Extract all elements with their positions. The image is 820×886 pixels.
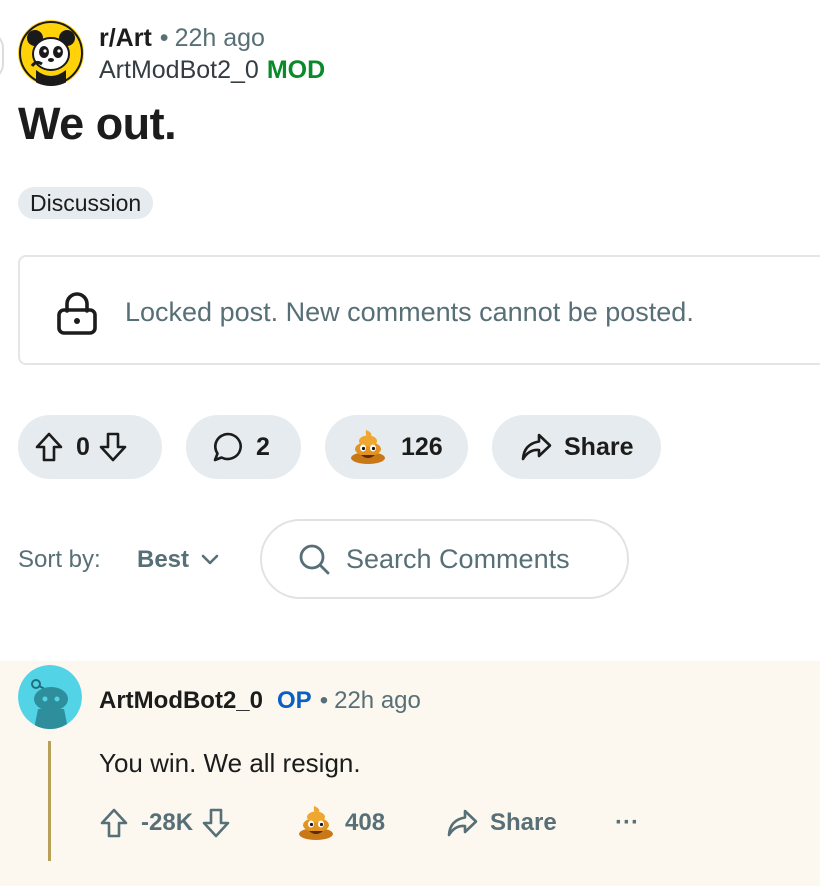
comment-meta: ArtModBot2_0 OP • 22h ago	[99, 686, 421, 716]
comment-time: 22h ago	[334, 687, 421, 714]
edge-decoration	[0, 32, 4, 80]
comment-avatar[interactable]	[18, 665, 82, 729]
share-button[interactable]: Share	[492, 415, 661, 479]
lock-icon	[57, 292, 97, 335]
search-comments-input[interactable]: Search Comments	[260, 519, 629, 599]
arrow-up-icon[interactable]	[34, 431, 64, 463]
post-author[interactable]: ArtModBot2_0	[99, 56, 259, 84]
comment-body: You win. We all resign.	[99, 748, 361, 778]
post-author-line: ArtModBot2_0 MOD	[99, 55, 325, 85]
subreddit-avatar[interactable]	[18, 20, 84, 86]
arrow-down-icon[interactable]	[201, 807, 231, 839]
comment-award-button[interactable]: 408	[297, 803, 385, 843]
poop-award-icon	[299, 806, 333, 840]
snoo-avatar-icon	[18, 665, 82, 729]
arrow-up-icon[interactable]	[99, 807, 129, 839]
chevron-down-icon	[201, 554, 219, 565]
share-label: Share	[564, 433, 634, 461]
subreddit-name[interactable]: r/Art	[99, 24, 152, 52]
op-badge: OP	[277, 687, 312, 714]
post-page: r/Art • 22h ago ArtModBot2_0 MOD We out. Di…	[0, 0, 820, 886]
speech-bubble-icon	[213, 432, 242, 462]
comment-more-button[interactable]: ···	[615, 803, 639, 843]
comment-actions: -28K 408 Share ···	[99, 803, 659, 843]
comments-button[interactable]: 2	[186, 415, 301, 479]
mod-badge: MOD	[266, 56, 326, 84]
separator-dot: •	[319, 687, 329, 714]
share-arrow-icon	[447, 809, 478, 837]
search-placeholder: Search Comments	[346, 544, 570, 574]
post-flair[interactable]: Discussion	[18, 187, 154, 219]
search-icon	[299, 544, 330, 575]
comment-vote-control: -28K	[99, 803, 231, 843]
sort-label: Sort by:	[18, 546, 101, 573]
vote-count: 0	[76, 433, 90, 461]
panda-avatar-icon	[18, 20, 84, 86]
share-arrow-icon	[521, 433, 552, 461]
vote-control: 0	[18, 415, 162, 479]
comment-author[interactable]: ArtModBot2_0	[99, 687, 263, 714]
post-title: We out.	[18, 98, 177, 149]
post-header-meta: r/Art • 22h ago	[99, 23, 265, 53]
comment-award-count: 408	[345, 809, 386, 836]
award-button[interactable]: 126	[325, 415, 468, 479]
comment-count: 2	[256, 433, 270, 461]
sort-dropdown[interactable]: Best	[137, 544, 219, 576]
award-count: 126	[401, 433, 443, 461]
comment-share-label: Share	[490, 809, 557, 836]
poop-award-icon	[351, 430, 385, 464]
thread-line[interactable]	[48, 741, 51, 861]
separator-dot: •	[159, 24, 169, 52]
arrow-down-icon[interactable]	[98, 431, 128, 463]
sort-value: Best	[137, 546, 190, 573]
more-options-icon: ···	[615, 809, 639, 836]
comment-score: -28K	[141, 809, 194, 836]
comment-share-button[interactable]: Share	[446, 803, 557, 843]
post-time: 22h ago	[174, 24, 265, 52]
locked-message: Locked post. New comments cannot be post…	[125, 297, 694, 327]
locked-banner: Locked post. New comments cannot be post…	[18, 255, 820, 365]
